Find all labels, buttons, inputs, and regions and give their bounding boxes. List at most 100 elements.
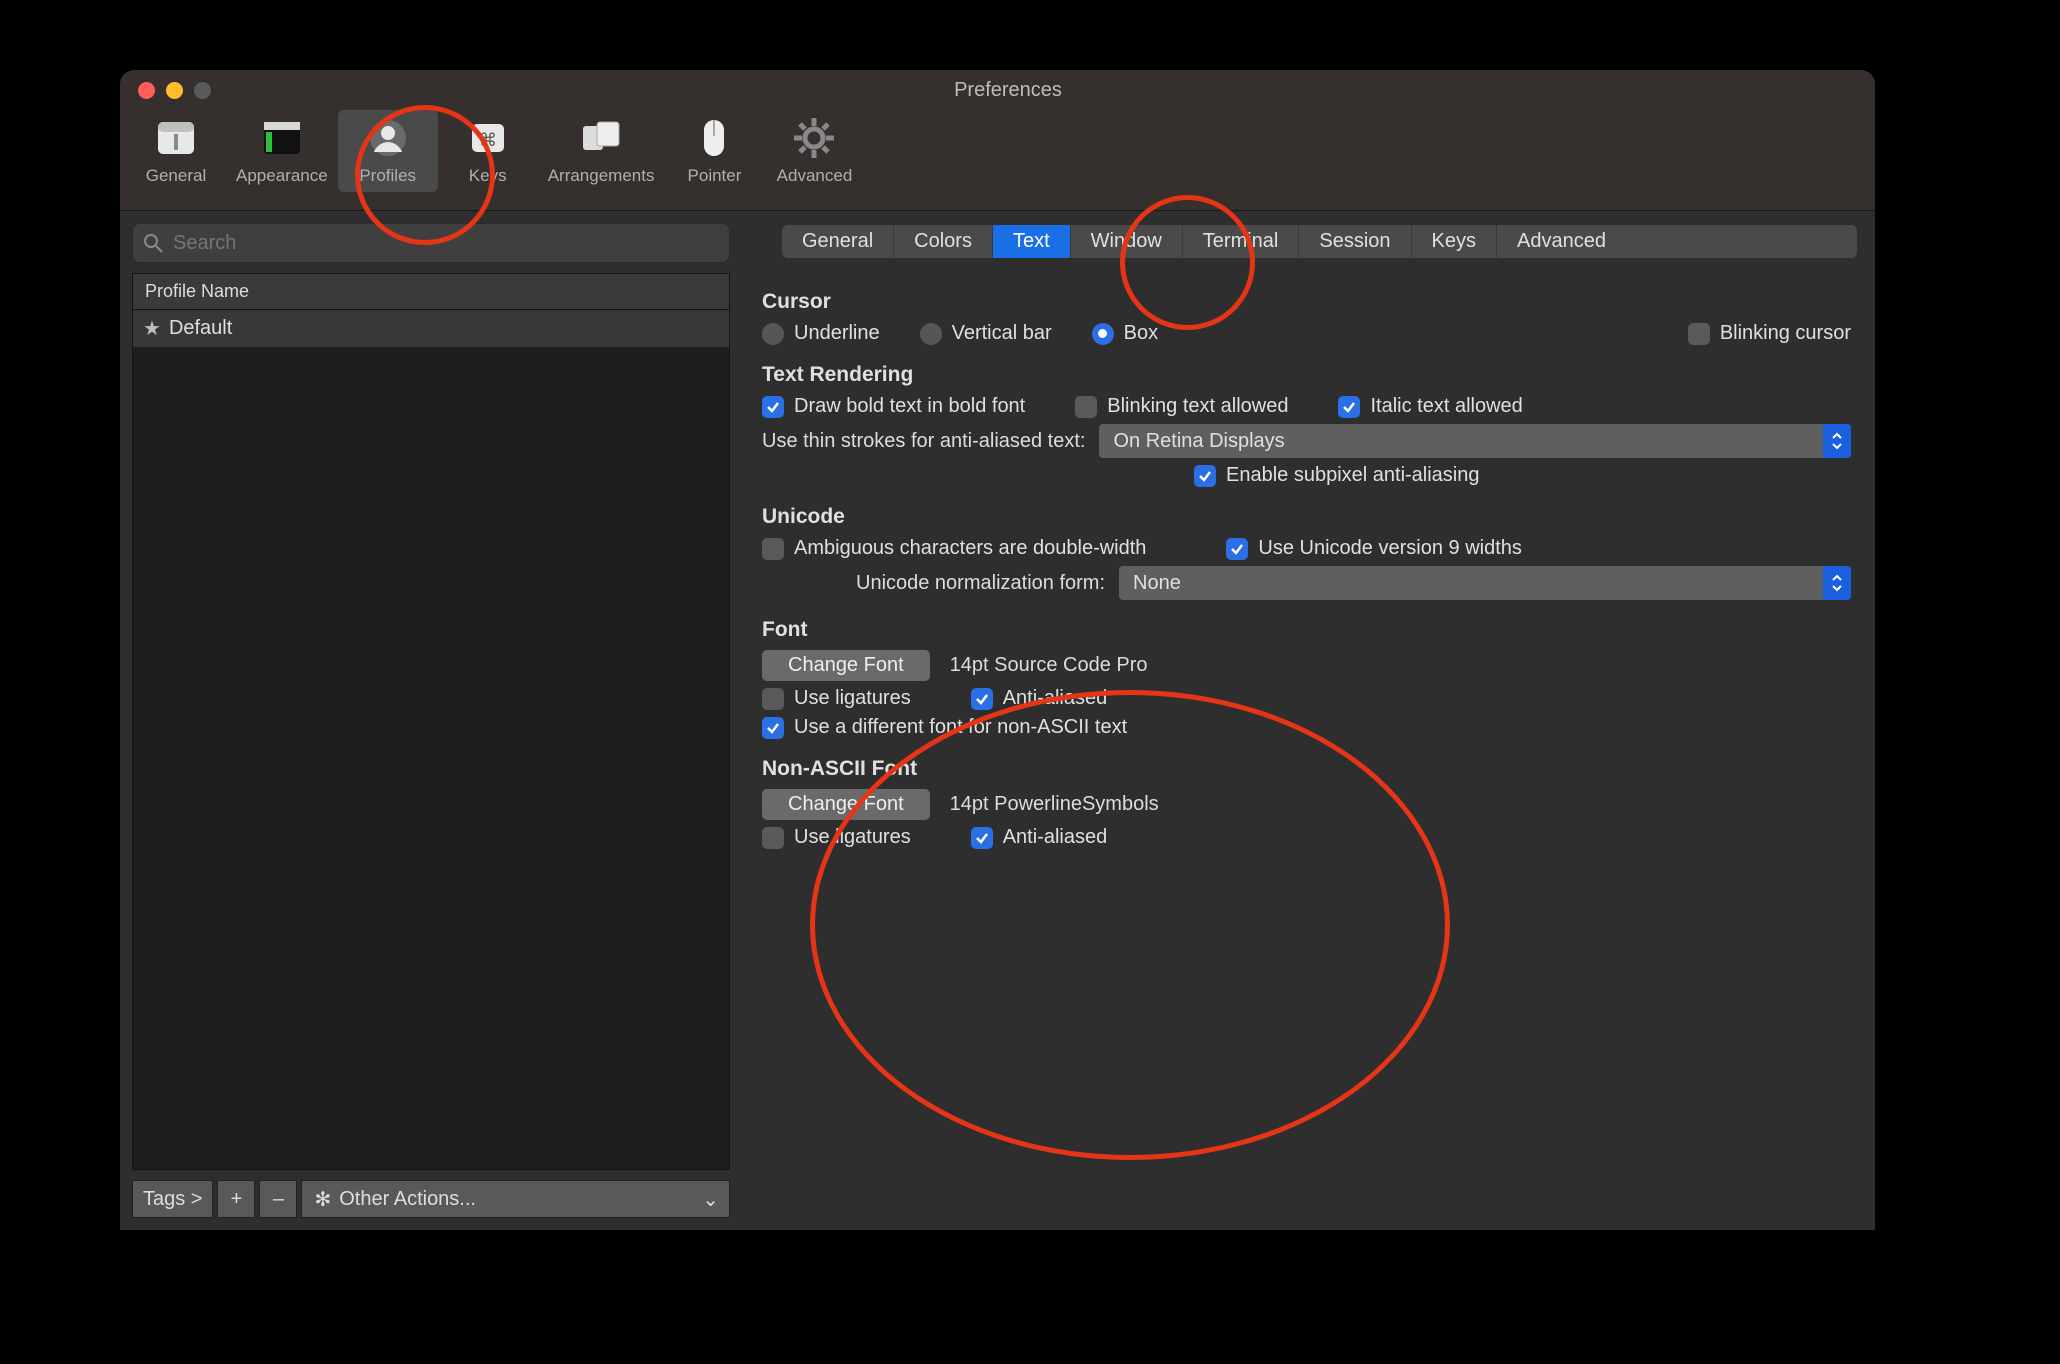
current-nonascii-font-label: 14pt PowerlineSymbols — [950, 793, 1159, 816]
font-row3: Use a different font for non-ASCII text — [762, 716, 1851, 739]
unicode-norm-dropdown[interactable]: None — [1119, 566, 1851, 600]
radio-label: Box — [1124, 322, 1158, 345]
checkbox-icon — [971, 688, 993, 710]
blinking-text-checkbox[interactable]: Blinking text allowed — [1075, 395, 1288, 418]
toolbar-label: General — [146, 166, 206, 186]
current-font-label: 14pt Source Code Pro — [950, 654, 1148, 677]
bold-font-checkbox[interactable]: Draw bold text in bold font — [762, 395, 1025, 418]
checkbox-label: Italic text allowed — [1370, 395, 1522, 418]
thin-strokes-row: Use thin strokes for anti-aliased text: … — [762, 424, 1851, 458]
arrangements-icon — [577, 114, 625, 162]
thin-strokes-dropdown[interactable]: On Retina Displays — [1099, 424, 1851, 458]
titlebar: Preferences — [120, 70, 1875, 110]
checkbox-label: Ambiguous characters are double-width — [794, 537, 1146, 560]
italic-text-checkbox[interactable]: Italic text allowed — [1338, 395, 1522, 418]
checkbox-icon — [762, 688, 784, 710]
cursor-underline-radio[interactable]: Underline — [762, 322, 880, 345]
tab-window[interactable]: Window — [1071, 225, 1183, 258]
checkbox-label: Anti-aliased — [1003, 826, 1108, 849]
checkbox-label: Draw bold text in bold font — [794, 395, 1025, 418]
change-nonascii-font-button[interactable]: Change Font — [762, 789, 930, 820]
unicode-norm-label: Unicode normalization form: — [856, 572, 1105, 595]
text-rendering-row1: Draw bold text in bold font Blinking tex… — [762, 395, 1851, 418]
tab-text[interactable]: Text — [993, 225, 1071, 258]
remove-profile-button[interactable]: – — [259, 1180, 297, 1218]
checkbox-label: Use ligatures — [794, 687, 911, 710]
general-icon — [152, 114, 200, 162]
checkbox-icon — [1338, 396, 1360, 418]
profile-settings-panel: General Colors Text Window Terminal Sess… — [742, 211, 1875, 1230]
checkbox-label: Blinking cursor — [1720, 322, 1851, 345]
font-ligatures-checkbox[interactable]: Use ligatures — [762, 687, 911, 710]
toolbar-advanced[interactable]: Advanced — [764, 110, 864, 192]
nonascii-ligatures-checkbox[interactable]: Use ligatures — [762, 826, 911, 849]
search-wrap — [132, 223, 730, 263]
subpixel-aa-checkbox[interactable]: Enable subpixel anti-aliasing — [1194, 464, 1480, 487]
appearance-icon — [258, 114, 306, 162]
chevron-down-icon: ⌄ — [702, 1187, 719, 1212]
font-aa-checkbox[interactable]: Anti-aliased — [971, 687, 1108, 710]
profile-list: Profile Name ★ Default — [132, 273, 730, 1170]
font-row1: Change Font 14pt Source Code Pro — [762, 650, 1851, 681]
toolbar-general[interactable]: General — [126, 110, 226, 192]
nonascii-row2: Use ligatures Anti-aliased — [762, 826, 1851, 849]
radio-label: Vertical bar — [952, 322, 1052, 345]
dropdown-value: On Retina Displays — [1099, 430, 1851, 453]
different-nonascii-font-checkbox[interactable]: Use a different font for non-ASCII text — [762, 716, 1127, 739]
toolbar: General Appearance Profiles ⌘ Keys Arran… — [120, 110, 1875, 202]
checkbox-icon — [762, 538, 784, 560]
checkbox-label: Use Unicode version 9 widths — [1258, 537, 1521, 560]
profile-name: Default — [169, 317, 232, 340]
advanced-icon — [790, 114, 838, 162]
cursor-vertical-radio[interactable]: Vertical bar — [920, 322, 1052, 345]
add-profile-button[interactable]: + — [217, 1180, 255, 1218]
tab-advanced[interactable]: Advanced — [1497, 225, 1626, 258]
tab-terminal[interactable]: Terminal — [1183, 225, 1300, 258]
preferences-window: Preferences General Appearance Profiles … — [120, 70, 1875, 1230]
checkbox-icon — [1194, 465, 1216, 487]
section-text-rendering: Text Rendering — [762, 363, 1851, 387]
toolbar-label: Advanced — [777, 166, 853, 186]
unicode-norm-row: Unicode normalization form: None — [762, 566, 1851, 600]
section-cursor: Cursor — [762, 290, 1851, 314]
text-tab-content: Cursor Underline Vertical bar Box — [742, 258, 1857, 849]
other-actions-menu[interactable]: ✻ Other Actions... ⌄ — [301, 1180, 730, 1218]
checkbox-label: Enable subpixel anti-aliasing — [1226, 464, 1480, 487]
section-nonascii-font: Non-ASCII Font — [762, 757, 1851, 781]
font-row2: Use ligatures Anti-aliased — [762, 687, 1851, 710]
window-title: Preferences — [141, 79, 1875, 102]
other-actions-label: Other Actions... — [339, 1188, 476, 1211]
tab-general[interactable]: General — [782, 225, 894, 258]
checkbox-label: Blinking text allowed — [1107, 395, 1288, 418]
toolbar-keys[interactable]: ⌘ Keys — [438, 110, 538, 192]
profile-row[interactable]: ★ Default — [133, 310, 729, 347]
profiles-sidebar: Profile Name ★ Default Tags > + – ✻ Othe… — [120, 211, 742, 1230]
ambiguous-width-checkbox[interactable]: Ambiguous characters are double-width — [762, 537, 1146, 560]
blinking-cursor-checkbox[interactable]: Blinking cursor — [1688, 322, 1851, 345]
toolbar-pointer[interactable]: Pointer — [664, 110, 764, 192]
toolbar-profiles[interactable]: Profiles — [338, 110, 438, 192]
search-input[interactable] — [132, 223, 730, 263]
tab-colors[interactable]: Colors — [894, 225, 993, 258]
radio-icon — [920, 323, 942, 345]
radio-icon — [762, 323, 784, 345]
cursor-row: Underline Vertical bar Box Blinking curs… — [762, 322, 1851, 345]
nonascii-aa-checkbox[interactable]: Anti-aliased — [971, 826, 1108, 849]
unicode-v9-checkbox[interactable]: Use Unicode version 9 widths — [1226, 537, 1521, 560]
toolbar-arrangements[interactable]: Arrangements — [538, 110, 665, 192]
checkbox-label: Anti-aliased — [1003, 687, 1108, 710]
checkbox-label: Use a different font for non-ASCII text — [794, 716, 1127, 739]
toolbar-appearance[interactable]: Appearance — [226, 110, 338, 192]
checkbox-icon — [762, 717, 784, 739]
nonascii-row1: Change Font 14pt PowerlineSymbols — [762, 789, 1851, 820]
cursor-box-radio[interactable]: Box — [1092, 322, 1158, 345]
subpixel-row: Enable subpixel anti-aliasing — [762, 464, 1851, 487]
toolbar-label: Profiles — [359, 166, 416, 186]
section-unicode: Unicode — [762, 505, 1851, 529]
tab-session[interactable]: Session — [1299, 225, 1411, 258]
change-font-button[interactable]: Change Font — [762, 650, 930, 681]
tab-keys[interactable]: Keys — [1412, 225, 1497, 258]
checkbox-icon — [1075, 396, 1097, 418]
toolbar-label: Pointer — [688, 166, 742, 186]
tags-button[interactable]: Tags > — [132, 1180, 213, 1218]
